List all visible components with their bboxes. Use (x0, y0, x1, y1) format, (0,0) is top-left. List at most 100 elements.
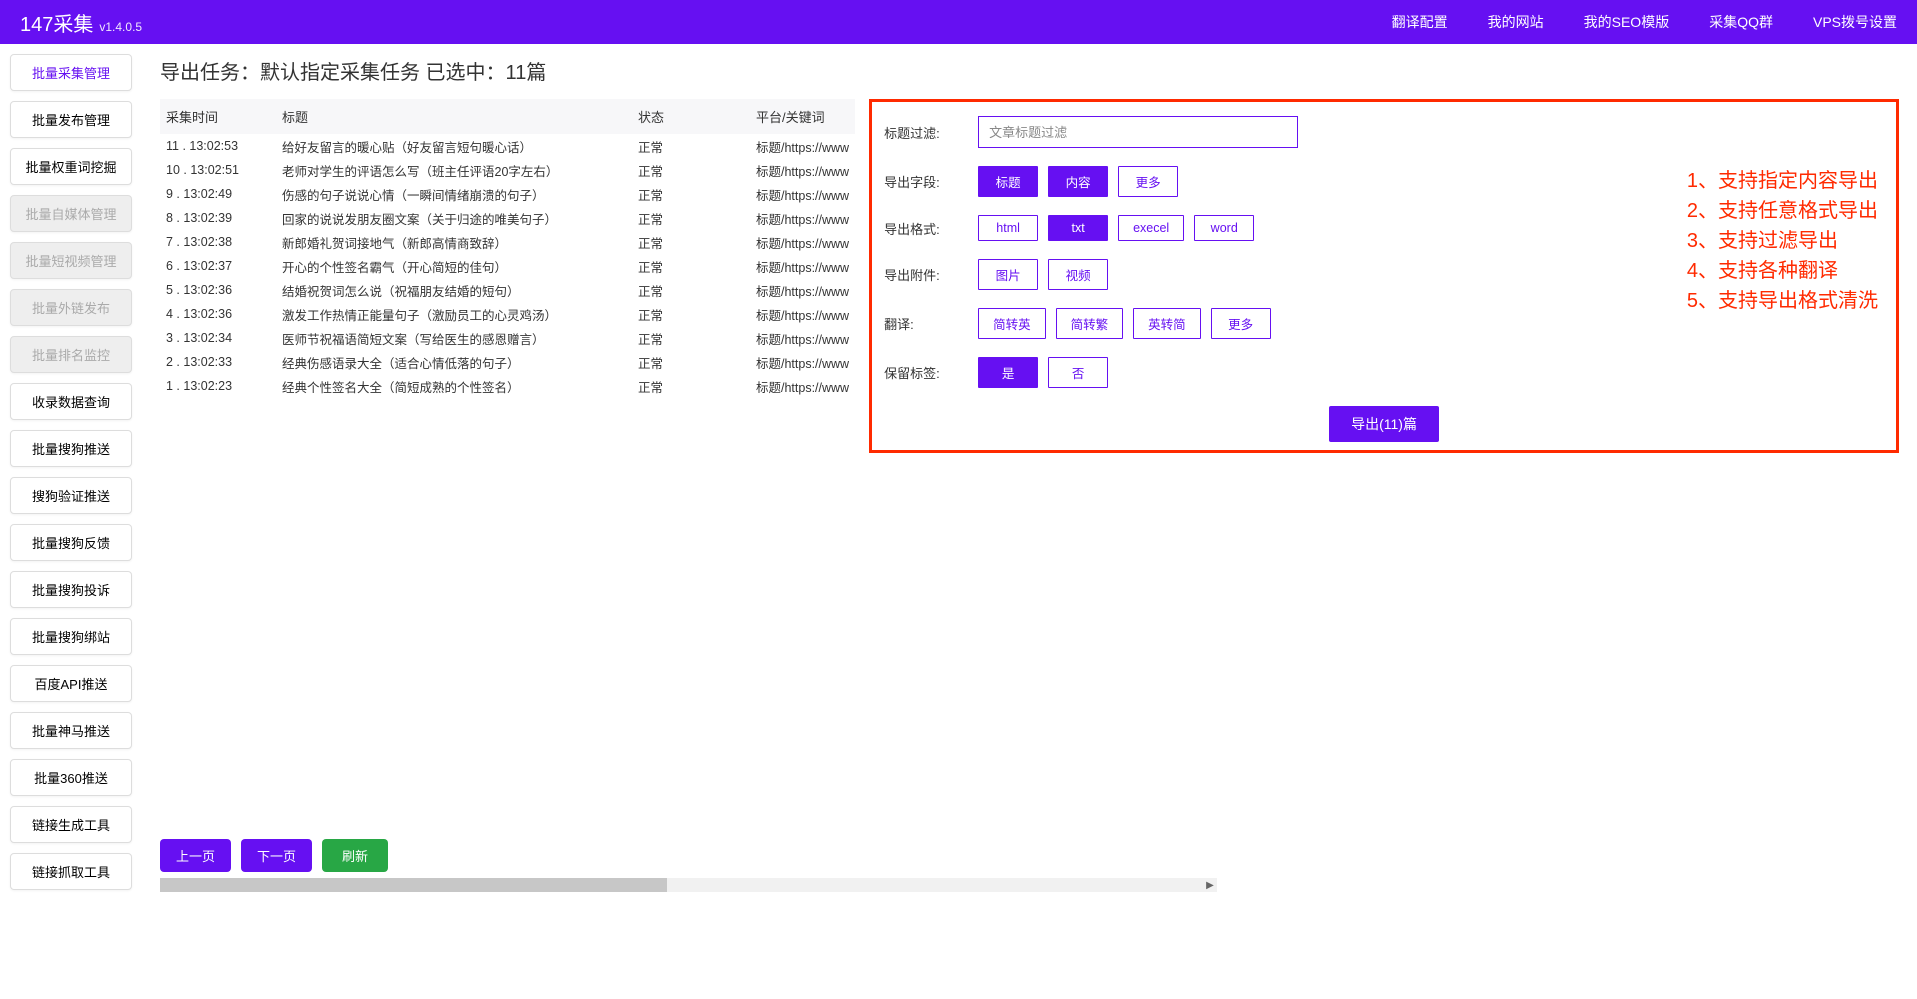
scrollbar-right-arrow-icon[interactable]: ▶ (1203, 878, 1217, 892)
format-options: htmltxt execel word (978, 215, 1254, 241)
main-area: 导出任务：默认指定采集任务 已选中：11篇 采集时间 标题 状态 平台/关键词 … (142, 44, 1917, 900)
cell-title: 经典个性签名大全（简短成熟的个性签名） (282, 377, 638, 396)
table-header: 采集时间 标题 状态 平台/关键词 (160, 99, 855, 134)
table-row[interactable]: 1 . 13:02:23经典个性签名大全（简短成熟的个性签名）正常标题/http… (160, 374, 855, 398)
translate-option-button[interactable]: 更多 (1211, 308, 1271, 339)
cell-platform: 标题/https://www (756, 257, 849, 276)
table-row[interactable]: 3 . 13:02:34医师节祝福语简短文案（写给医生的感恩赠言）正常标题/ht… (160, 326, 855, 350)
translate-option-button[interactable]: 简转繁 (1056, 308, 1124, 339)
table-row[interactable]: 10 . 13:02:51老师对学生的评语怎么写（班主任评语20字左右）正常标题… (160, 158, 855, 182)
topnav-link[interactable]: 我的网站 (1488, 12, 1544, 32)
sidebar-item[interactable]: 批量搜狗反馈 (10, 524, 132, 561)
cell-status: 正常 (638, 281, 756, 300)
cell-title: 激发工作热情正能量句子（激励员工的心灵鸡汤） (282, 305, 638, 324)
page-title: 导出任务：默认指定采集任务 已选中：11篇 (160, 56, 1899, 85)
cell-status: 正常 (638, 233, 756, 252)
title-filter-input[interactable] (978, 116, 1298, 148)
cell-title: 医师节祝福语简短文案（写给医生的感恩赠言） (282, 329, 638, 348)
task-table: 采集时间 标题 状态 平台/关键词 11 . 13:02:53给好友留言的暖心贴… (160, 99, 855, 398)
sidebar-item[interactable]: 批量权重词挖掘 (10, 148, 132, 185)
topnav-link[interactable]: 我的SEO模版 (1584, 12, 1670, 32)
attach-option-button[interactable]: 视频 (1048, 259, 1108, 290)
sidebar-item[interactable]: 批量搜狗投诉 (10, 571, 132, 608)
translate-option-button[interactable]: 简转英 (978, 308, 1046, 339)
cell-platform: 标题/https://www (756, 161, 849, 180)
format-option-button[interactable]: execel (1118, 215, 1184, 241)
table-body: 11 . 13:02:53给好友留言的暖心贴（好友留言短句暖心话）正常标题/ht… (160, 134, 855, 398)
field-option-button[interactable]: 内容 (1048, 166, 1108, 197)
cell-time: 10 . 13:02:51 (166, 163, 282, 177)
sidebar-item: 批量短视频管理 (10, 242, 132, 279)
cell-status: 正常 (638, 161, 756, 180)
sidebar-item[interactable]: 链接生成工具 (10, 806, 132, 843)
sidebar-item[interactable]: 搜狗验证推送 (10, 477, 132, 514)
cell-platform: 标题/https://www (756, 185, 849, 204)
cell-platform: 标题/https://www (756, 377, 849, 396)
attach-options: 图片视频 (978, 259, 1108, 290)
sidebar-item[interactable]: 链接抓取工具 (10, 853, 132, 890)
table-row[interactable]: 7 . 13:02:38新郎婚礼贺词接地气（新郎高情商致辞）正常标题/https… (160, 230, 855, 254)
sidebar-item[interactable]: 批量搜狗推送 (10, 430, 132, 467)
sidebar-item[interactable]: 批量360推送 (10, 759, 132, 796)
cell-platform: 标题/https://www (756, 137, 849, 156)
pagination-actions: 上一页 下一页 刷新 (160, 839, 388, 872)
field-label: 导出字段: (884, 172, 968, 191)
attach-label: 导出附件: (884, 265, 968, 284)
promo-text: 1、支持指定内容导出2、支持任意格式导出3、支持过滤导出4、支持各种翻译5、支持… (1687, 166, 1878, 316)
cell-title: 回家的说说发朋友圈文案（关于归途的唯美句子） (282, 209, 638, 228)
cell-time: 6 . 13:02:37 (166, 259, 282, 273)
export-button[interactable]: 导出(11)篇 (1329, 406, 1439, 442)
brand-version: v1.4.0.5 (99, 20, 142, 34)
table-row[interactable]: 5 . 13:02:36结婚祝贺词怎么说（祝福朋友结婚的短句）正常标题/http… (160, 278, 855, 302)
attach-option-button[interactable]: 图片 (978, 259, 1038, 290)
field-options: 标题内容更多 (978, 166, 1178, 197)
scrollbar-thumb[interactable] (160, 878, 667, 892)
sidebar-item[interactable]: 批量采集管理 (10, 54, 132, 91)
top-nav: 翻译配置 我的网站 我的SEO模版 采集QQ群 VPS拨号设置 (1392, 12, 1897, 32)
cell-time: 11 . 13:02:53 (166, 139, 282, 153)
sidebar-item[interactable]: 批量发布管理 (10, 101, 132, 138)
table-row[interactable]: 8 . 13:02:39回家的说说发朋友圈文案（关于归途的唯美句子）正常标题/h… (160, 206, 855, 230)
refresh-button[interactable]: 刷新 (322, 839, 388, 872)
topnav-link[interactable]: VPS拨号设置 (1813, 12, 1897, 32)
cell-status: 正常 (638, 257, 756, 276)
promo-line: 2、支持任意格式导出 (1687, 196, 1878, 226)
brand-name: 147采集 (20, 8, 93, 37)
sidebar-item[interactable]: 批量神马推送 (10, 712, 132, 749)
cell-status: 正常 (638, 329, 756, 348)
keeptag-options: 是否 (978, 357, 1108, 388)
table-row[interactable]: 2 . 13:02:33经典伤感语录大全（适合心情低落的句子）正常标题/http… (160, 350, 855, 374)
sidebar-item[interactable]: 收录数据查询 (10, 383, 132, 420)
field-option-button[interactable]: 标题 (978, 166, 1038, 197)
col-header-status: 状态 (638, 107, 756, 126)
format-option-button[interactable]: html (978, 215, 1038, 241)
cell-platform: 标题/https://www (756, 329, 849, 348)
next-page-button[interactable]: 下一页 (241, 839, 312, 872)
keeptag-option-button[interactable]: 否 (1048, 357, 1108, 388)
cell-platform: 标题/https://www (756, 281, 849, 300)
cell-title: 给好友留言的暖心贴（好友留言短句暖心话） (282, 137, 638, 156)
translate-option-button[interactable]: 英转简 (1133, 308, 1201, 339)
cell-time: 2 . 13:02:33 (166, 355, 282, 369)
horizontal-scrollbar[interactable]: ▶ (160, 878, 1217, 892)
format-option-button[interactable]: word (1194, 215, 1254, 241)
keeptag-option-button[interactable]: 是 (978, 357, 1038, 388)
col-header-title: 标题 (282, 107, 638, 126)
app-header: 147采集 v1.4.0.5 翻译配置 我的网站 我的SEO模版 采集QQ群 VPS拨号… (0, 0, 1917, 44)
table-row[interactable]: 11 . 13:02:53给好友留言的暖心贴（好友留言短句暖心话）正常标题/ht… (160, 134, 855, 158)
translate-label: 翻译: (884, 314, 968, 333)
table-row[interactable]: 4 . 13:02:36激发工作热情正能量句子（激励员工的心灵鸡汤）正常标题/h… (160, 302, 855, 326)
topnav-link[interactable]: 采集QQ群 (1709, 12, 1773, 32)
cell-status: 正常 (638, 209, 756, 228)
field-option-button[interactable]: 更多 (1118, 166, 1178, 197)
prev-page-button[interactable]: 上一页 (160, 839, 231, 872)
format-option-button[interactable]: txt (1048, 215, 1108, 241)
table-row[interactable]: 6 . 13:02:37开心的个性签名霸气（开心简短的佳句）正常标题/https… (160, 254, 855, 278)
table-row[interactable]: 9 . 13:02:49伤感的句子说说心情（一瞬间情绪崩溃的句子）正常标题/ht… (160, 182, 855, 206)
sidebar-item[interactable]: 百度API推送 (10, 665, 132, 702)
col-header-time: 采集时间 (166, 107, 282, 126)
cell-time: 5 . 13:02:36 (166, 283, 282, 297)
sidebar-item[interactable]: 批量搜狗绑站 (10, 618, 132, 655)
cell-title: 开心的个性签名霸气（开心简短的佳句） (282, 257, 638, 276)
topnav-link[interactable]: 翻译配置 (1392, 12, 1448, 32)
